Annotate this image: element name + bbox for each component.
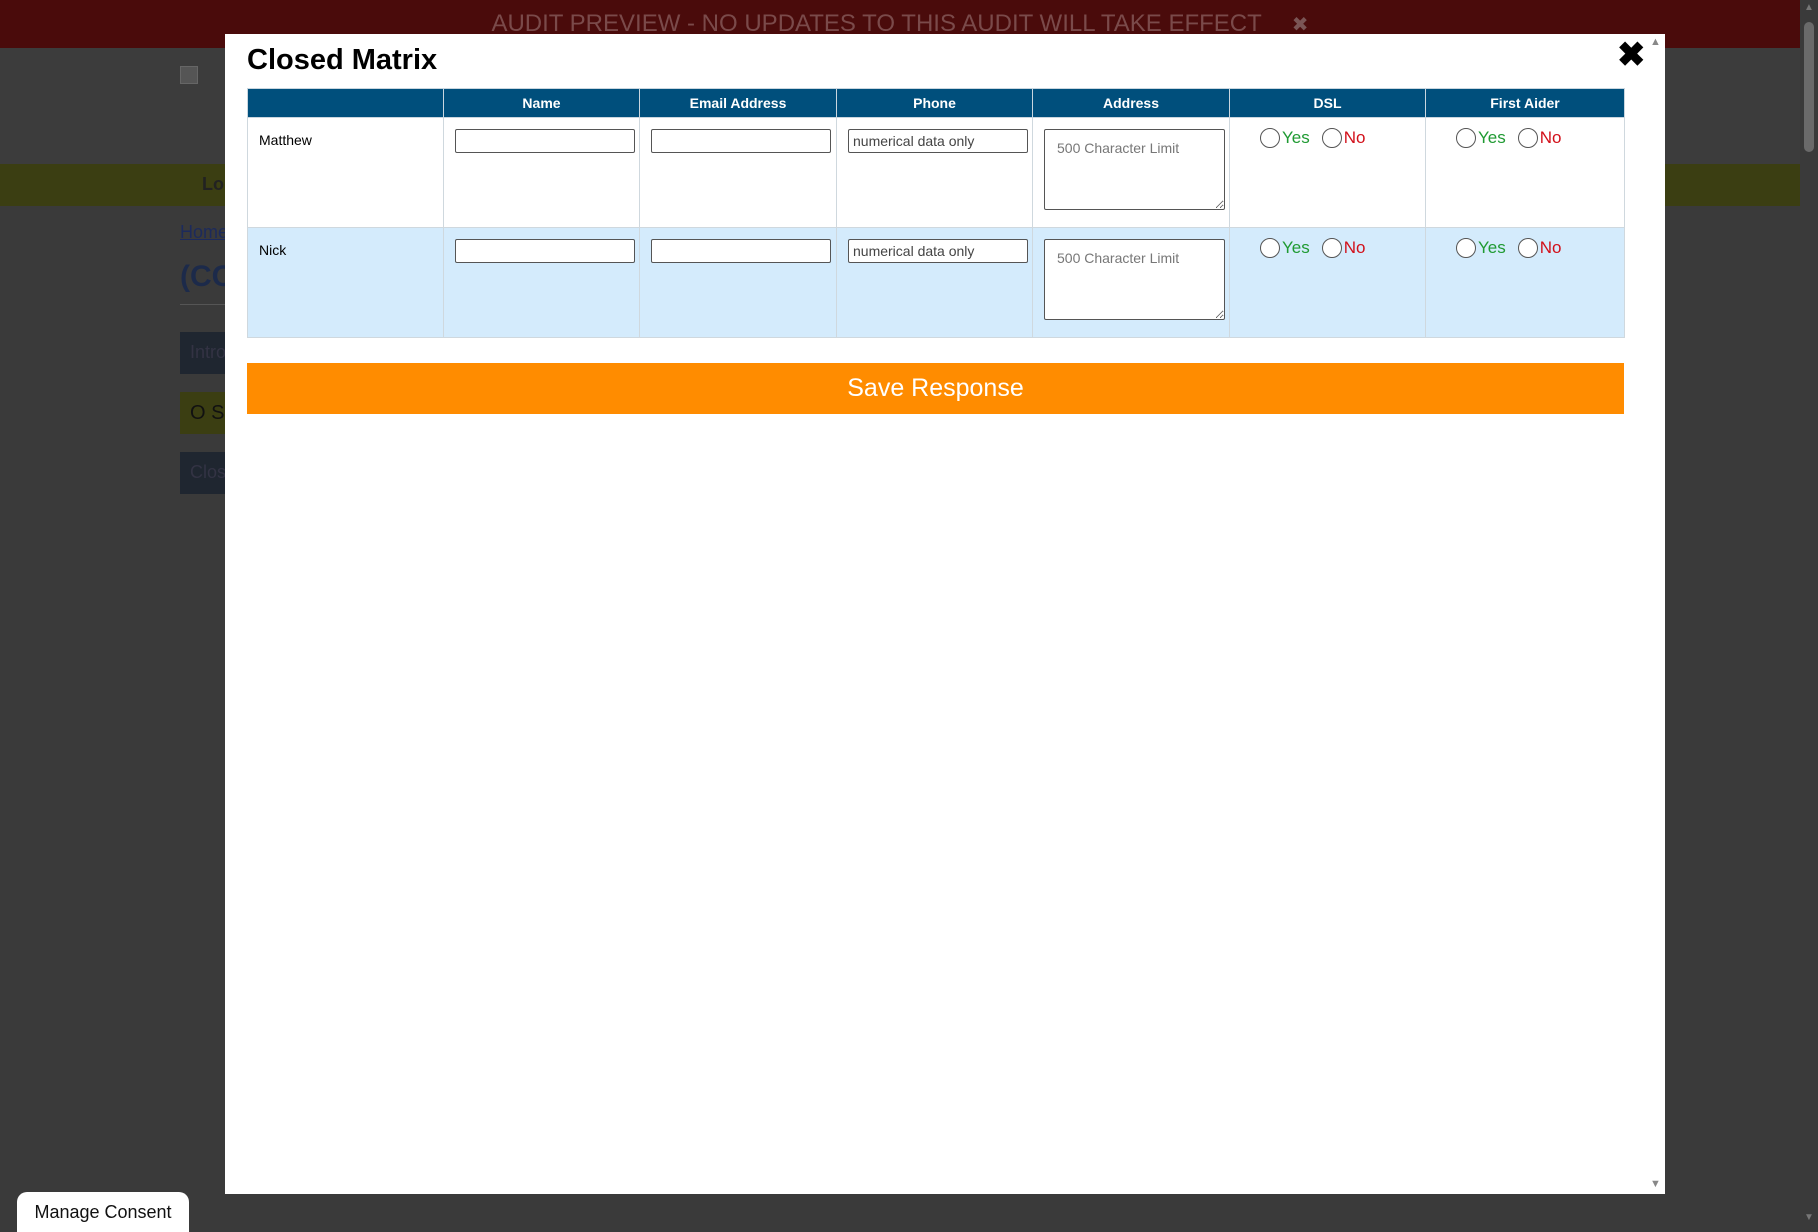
modal-scroll-up-icon[interactable]: ▲ bbox=[1650, 36, 1661, 48]
name-input[interactable] bbox=[455, 129, 635, 153]
col-header-phone: Phone bbox=[836, 88, 1033, 118]
page-scrollbar[interactable]: ▲ ▼ bbox=[1800, 0, 1818, 1229]
first-aider-yes-radio[interactable] bbox=[1456, 238, 1476, 258]
close-icon[interactable]: ✖ bbox=[1617, 38, 1646, 72]
breadcrumb-home-link[interactable]: Home bbox=[180, 222, 228, 243]
nav-item[interactable]: Lo bbox=[202, 174, 224, 195]
phone-input[interactable] bbox=[848, 239, 1028, 263]
row-label: Nick bbox=[259, 242, 287, 258]
yes-label: Yes bbox=[1478, 128, 1506, 147]
first-aider-radio-group: Yes No bbox=[1456, 128, 1561, 148]
dsl-no-radio[interactable] bbox=[1321, 238, 1342, 258]
dsl-yes-radio[interactable] bbox=[1260, 238, 1280, 258]
address-textarea[interactable] bbox=[1044, 239, 1225, 320]
col-header-first-aider: First Aider bbox=[1425, 88, 1625, 118]
yes-label: Yes bbox=[1282, 238, 1310, 257]
closed-matrix-modal: Closed Matrix ✖ ▲ ▼ Name Email Address P… bbox=[225, 34, 1665, 1194]
col-header-dsl: DSL bbox=[1229, 88, 1426, 118]
first-aider-no-radio[interactable] bbox=[1517, 128, 1538, 148]
name-input[interactable] bbox=[455, 239, 635, 263]
col-header-blank bbox=[247, 88, 444, 118]
banner-close-icon[interactable]: ✖ bbox=[1292, 12, 1309, 37]
manage-consent-button[interactable]: Manage Consent bbox=[17, 1192, 189, 1232]
dsl-radio-group: Yes No bbox=[1260, 238, 1365, 258]
table-row: Nick Yes No Yes bbox=[247, 227, 1625, 338]
email-input[interactable] bbox=[651, 129, 831, 153]
no-label: No bbox=[1539, 128, 1562, 147]
modal-scroll-down-icon[interactable]: ▼ bbox=[1650, 1178, 1661, 1190]
address-textarea[interactable] bbox=[1044, 129, 1225, 210]
first-aider-radio-group: Yes No bbox=[1456, 238, 1561, 258]
matrix-table: Name Email Address Phone Address DSL Fir… bbox=[247, 88, 1625, 338]
table-row: Matthew Yes No Yes bbox=[247, 117, 1625, 228]
email-input[interactable] bbox=[651, 239, 831, 263]
scroll-thumb[interactable] bbox=[1804, 22, 1814, 152]
modal-scrollbar[interactable]: ▲ ▼ bbox=[1647, 34, 1665, 1194]
dsl-radio-group: Yes No bbox=[1260, 128, 1365, 148]
phone-input[interactable] bbox=[848, 129, 1028, 153]
first-aider-yes-radio[interactable] bbox=[1456, 128, 1476, 148]
dsl-no-radio[interactable] bbox=[1321, 128, 1342, 148]
modal-title: Closed Matrix bbox=[247, 44, 438, 76]
header-row: Name Email Address Phone Address DSL Fir… bbox=[247, 88, 1625, 118]
col-header-name: Name bbox=[443, 88, 640, 118]
no-label: No bbox=[1343, 238, 1366, 257]
col-header-email: Email Address bbox=[639, 88, 837, 118]
scroll-down-icon[interactable]: ▼ bbox=[1804, 1212, 1814, 1223]
broken-logo-image-icon bbox=[180, 66, 198, 84]
no-label: No bbox=[1539, 238, 1562, 257]
first-aider-no-radio[interactable] bbox=[1517, 238, 1538, 258]
col-header-address: Address bbox=[1032, 88, 1230, 118]
dsl-yes-radio[interactable] bbox=[1260, 128, 1280, 148]
scroll-up-icon[interactable]: ▲ bbox=[1804, 2, 1814, 13]
no-label: No bbox=[1343, 128, 1366, 147]
yes-label: Yes bbox=[1478, 238, 1506, 257]
save-response-button[interactable]: Save Response bbox=[247, 363, 1624, 414]
row-label: Matthew bbox=[259, 132, 312, 148]
yes-label: Yes bbox=[1282, 128, 1310, 147]
